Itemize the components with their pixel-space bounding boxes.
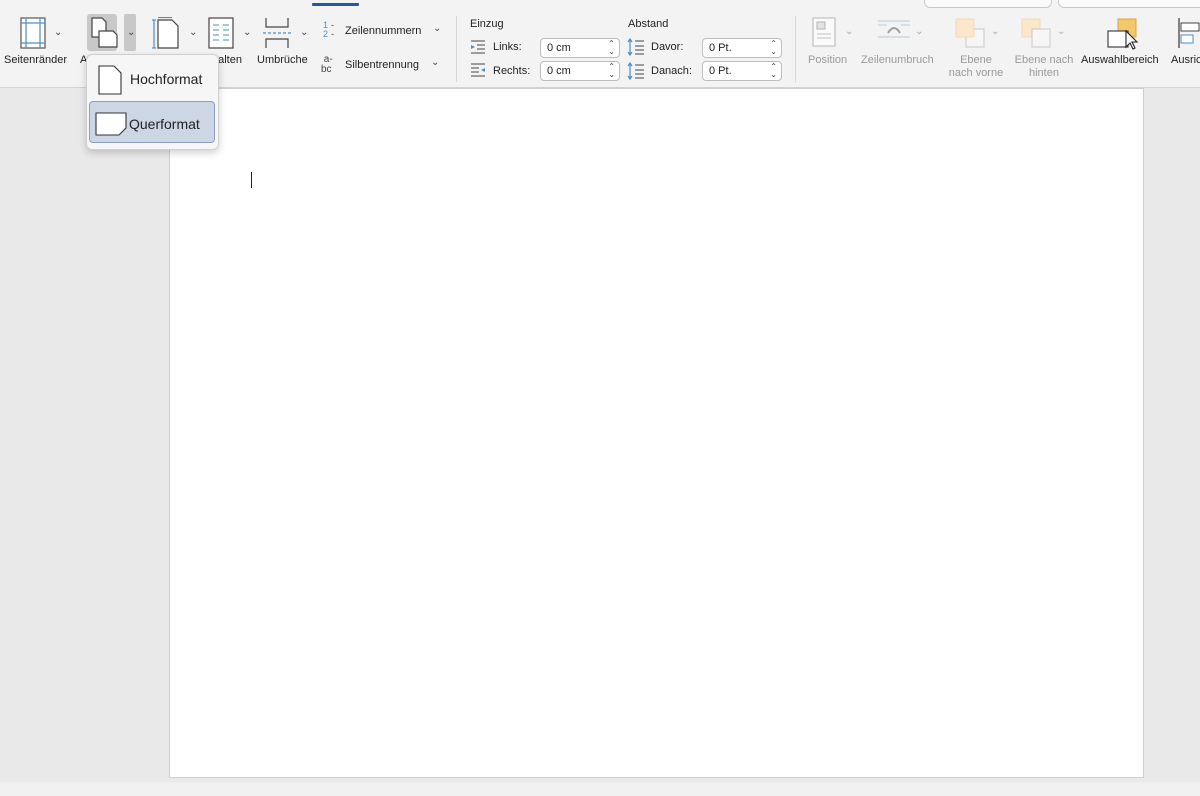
align-button[interactable]: Ausric bbox=[1168, 14, 1200, 70]
document-page[interactable] bbox=[169, 88, 1144, 778]
bring-forward-icon bbox=[955, 18, 985, 48]
text-cursor bbox=[251, 172, 252, 188]
selection-pane-label: Auswahlbereich bbox=[1081, 54, 1159, 66]
chevron-down-icon: ⌄ bbox=[300, 27, 309, 38]
indent-left-field[interactable]: 0 cm ⌃ ⌄ bbox=[540, 38, 620, 58]
position-label: Position bbox=[808, 54, 848, 66]
indent-left-value: 0 cm bbox=[547, 42, 571, 54]
send-backward-icon bbox=[1021, 18, 1051, 48]
stepper-arrows-icon[interactable]: ⌃ ⌄ bbox=[608, 63, 615, 79]
chevron-down-icon: ⌄ bbox=[915, 26, 924, 37]
align-label-partial: Ausric bbox=[1171, 54, 1200, 66]
position-icon bbox=[812, 17, 836, 47]
breaks-button[interactable]: ⌄ Umbrüche bbox=[257, 14, 313, 70]
hyphenation-button[interactable]: a-bc Silbentrennung ⌄ bbox=[321, 54, 445, 76]
spacing-before-value: 0 Pt. bbox=[709, 42, 732, 54]
chevron-down-icon: ⌄ bbox=[127, 27, 136, 38]
text-wrap-button[interactable]: ⌄ Zeilenumbruch bbox=[859, 14, 943, 70]
selection-pane-button[interactable]: Auswahlbereich bbox=[1080, 14, 1166, 70]
spacing-before-label: Davor: bbox=[651, 41, 684, 53]
spacing-after-field[interactable]: 0 Pt. ⌃ ⌄ bbox=[702, 61, 782, 81]
send-backward-label-line1: Ebene nach bbox=[1014, 54, 1074, 66]
margins-button[interactable]: ⌄ Seitenränder bbox=[4, 14, 78, 70]
hyphenation-icon: a-bc bbox=[321, 54, 333, 75]
indent-right-value: 0 cm bbox=[547, 65, 571, 77]
chevron-down-icon: ⌄ bbox=[54, 27, 63, 38]
menu-item-landscape-label: Querformat bbox=[129, 116, 200, 132]
stepper-arrows-icon[interactable]: ⌃ ⌄ bbox=[770, 40, 777, 56]
bring-forward-label-line2: nach vorne bbox=[948, 67, 1004, 79]
spacing-group-title: Abstand bbox=[628, 18, 669, 30]
landscape-page-icon bbox=[95, 112, 127, 136]
text-wrap-icon bbox=[878, 20, 910, 38]
orientation-menu: Hochformat Querformat bbox=[86, 54, 219, 150]
bring-forward-button[interactable]: ⌄ Ebene nach vorne bbox=[945, 14, 1007, 84]
chevron-down-icon: ⌄ bbox=[189, 27, 198, 38]
ribbon-separator bbox=[456, 16, 457, 82]
stepper-arrows-icon[interactable]: ⌃ ⌄ bbox=[608, 40, 615, 56]
spacing-before-icon bbox=[627, 38, 644, 56]
text-wrap-label: Zeilenumbruch bbox=[861, 54, 934, 66]
spacing-after-value: 0 Pt. bbox=[709, 65, 732, 77]
bring-forward-label-line1: Ebene bbox=[960, 54, 992, 66]
spacing-before-field[interactable]: 0 Pt. ⌃ ⌄ bbox=[702, 38, 782, 58]
breaks-icon bbox=[263, 18, 291, 48]
indent-group-title: Einzug bbox=[470, 18, 504, 30]
align-icon bbox=[1178, 18, 1200, 48]
indent-right-label: Rechts: bbox=[493, 65, 531, 77]
page-size-icon bbox=[152, 17, 179, 49]
chevron-down-icon: ⌄ bbox=[991, 26, 1000, 37]
line-numbers-icon: 12 bbox=[323, 20, 329, 39]
spacing-after-label: Danach: bbox=[651, 65, 692, 77]
active-tab-indicator bbox=[312, 3, 359, 6]
top-control-partial-2[interactable] bbox=[1058, 0, 1200, 8]
menu-item-portrait[interactable]: Hochformat bbox=[89, 57, 215, 99]
status-area bbox=[0, 782, 1200, 796]
margins-icon bbox=[20, 17, 46, 49]
selection-pane-icon bbox=[1107, 18, 1139, 50]
breaks-label: Umbrüche bbox=[257, 54, 308, 66]
indent-right-field[interactable]: 0 cm ⌃ ⌄ bbox=[540, 61, 620, 81]
top-control-partial[interactable] bbox=[924, 0, 1052, 8]
chevron-down-icon: ⌄ bbox=[431, 57, 440, 68]
chevron-down-icon: ⌄ bbox=[433, 23, 442, 34]
menu-item-portrait-label: Hochformat bbox=[130, 71, 203, 87]
stepper-arrows-icon[interactable]: ⌃ ⌄ bbox=[770, 63, 777, 79]
indent-left-label: Links: bbox=[493, 41, 522, 53]
indent-left-icon bbox=[471, 40, 485, 54]
send-backward-button[interactable]: ⌄ Ebene nach hinten bbox=[1010, 14, 1076, 84]
orientation-icon bbox=[91, 17, 118, 48]
position-button[interactable]: ⌄ Position bbox=[806, 14, 856, 70]
margins-label: Seitenränder bbox=[4, 54, 67, 66]
spacing-after-icon bbox=[627, 62, 644, 80]
line-numbers-button[interactable]: 12 -- Zeilennummern ⌄ bbox=[321, 20, 445, 42]
chevron-down-icon: ⌄ bbox=[845, 26, 854, 37]
chevron-down-icon: ⌄ bbox=[1057, 26, 1066, 37]
indent-right-icon bbox=[471, 63, 485, 77]
chevron-down-icon: ⌄ bbox=[243, 27, 252, 38]
columns-icon bbox=[208, 17, 234, 49]
hyphenation-label: Silbentrennung bbox=[345, 59, 420, 71]
portrait-page-icon bbox=[98, 65, 122, 95]
send-backward-label-line2: hinten bbox=[1029, 67, 1059, 79]
menu-item-landscape[interactable]: Querformat bbox=[89, 101, 215, 143]
ribbon-separator bbox=[795, 16, 796, 82]
line-numbers-label: Zeilennummern bbox=[345, 25, 422, 37]
